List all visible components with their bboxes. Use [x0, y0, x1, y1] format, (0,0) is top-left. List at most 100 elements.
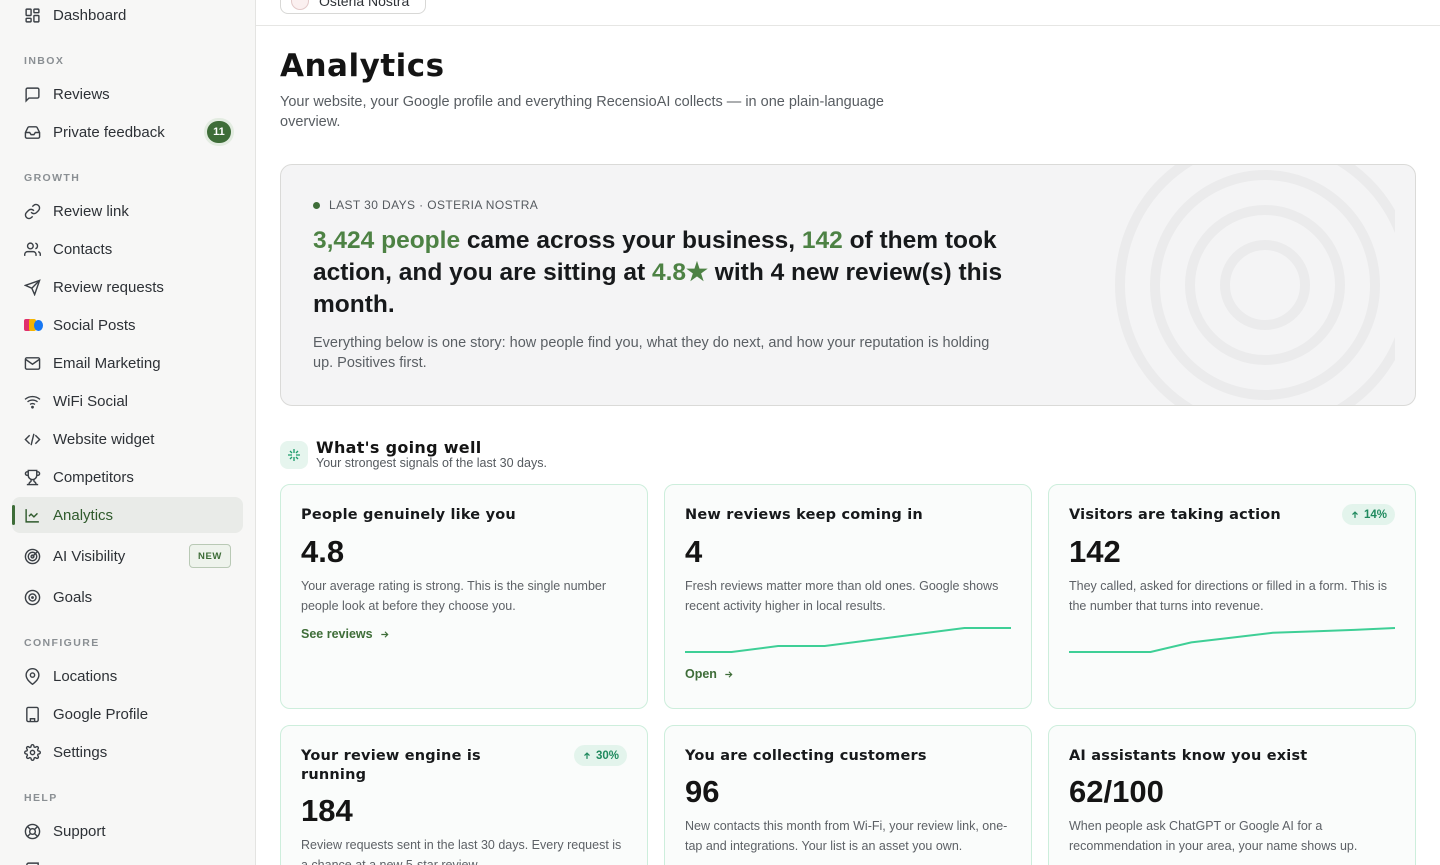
sidebar-item-more[interactable]	[12, 851, 243, 865]
sidebar-item-google-profile[interactable]: Google Profile	[12, 696, 243, 732]
sidebar-item-label: Dashboard	[53, 6, 127, 24]
location-switcher[interactable]: Osteria Nostra	[280, 0, 426, 14]
card-value: 62/100	[1069, 774, 1164, 809]
page-title: Analytics	[280, 48, 445, 84]
card-value: 4.8	[301, 534, 345, 569]
card-description: New contacts this month from Wi-Fi, your…	[685, 819, 1008, 853]
sidebar-item-label: Google Profile	[53, 705, 149, 723]
section-label-help: HELP	[24, 792, 58, 804]
arrow-up-icon	[584, 751, 590, 759]
sparkline-line	[685, 627, 1011, 653]
sidebar-item-label: Review requests	[53, 278, 164, 296]
chat-bubble-icon	[24, 86, 41, 103]
book-icon	[24, 861, 41, 865]
see-reviews-link[interactable]: See reviews	[301, 627, 390, 641]
sparkline-actions	[1069, 627, 1395, 653]
sidebar-item-support[interactable]: Support	[12, 813, 243, 849]
metric-card-new-reviews: New reviews keep coming in 4 Fresh revie…	[664, 484, 1032, 709]
section-label-inbox: INBOX	[24, 55, 65, 67]
map-pin-icon	[24, 667, 41, 685]
card-title: New reviews keep coming in	[685, 507, 923, 523]
sidebar-item-label: Email Marketing	[53, 354, 161, 372]
radar-icon	[24, 548, 41, 565]
summary-hero-card: LAST 30 DAYS · OSTERIA NOSTRA 3,424 peop…	[280, 164, 1416, 406]
status-dot	[313, 201, 320, 209]
sidebar-item-review-link[interactable]: Review link	[12, 193, 243, 229]
trend-badge: 30%	[573, 745, 627, 766]
card-description: Your average rating is strong. This is t…	[301, 579, 607, 613]
rating-value: 4.8★	[651, 259, 708, 286]
metric-card-actions: Visitors are taking action 14% 142 They …	[1048, 484, 1416, 709]
sidebar-item-website-widget[interactable]: Website widget	[12, 421, 243, 457]
card-value: 96	[685, 774, 720, 809]
people-count: 3,424 people	[313, 227, 461, 254]
metric-card-rating: People genuinely like you 4.8 Your avera…	[280, 484, 648, 709]
sidebar-item-label: Social Posts	[53, 316, 136, 334]
trend-value: 14%	[1363, 508, 1387, 521]
metric-card-ai-visibility: AI assistants know you exist 62/100 When…	[1048, 725, 1416, 865]
section-label-configure: CONFIGURE	[24, 637, 100, 649]
sidebar-item-contacts[interactable]: Contacts	[12, 231, 243, 267]
sidebar-item-locations[interactable]: Locations	[12, 658, 243, 694]
send-icon	[24, 278, 41, 296]
decorative-rings	[1115, 165, 1395, 405]
summary-body: Everything below is one story: how peopl…	[313, 335, 990, 371]
sidebar-item-review-requests[interactable]: Review requests	[12, 269, 243, 305]
sparkle-icon	[280, 441, 308, 469]
sidebar-item-label: Review link	[53, 202, 129, 220]
sidebar-item-label: Reviews	[53, 85, 110, 103]
wifi-icon	[24, 393, 41, 410]
arrow-right-icon	[380, 630, 389, 638]
location-name: Osteria Nostra	[319, 0, 410, 9]
card-value: 184	[301, 793, 353, 828]
metric-card-review-requests: Your review engine is running 30% 184 Re…	[280, 725, 648, 865]
sidebar-item-email-marketing[interactable]: Email Marketing	[12, 345, 243, 381]
target-icon	[24, 589, 41, 606]
arrow-right-icon	[725, 670, 733, 678]
facebook-icon	[34, 319, 43, 331]
line-chart-icon	[24, 507, 41, 524]
sidebar-item-label: Support	[53, 822, 106, 840]
dashboard-icon	[24, 7, 41, 24]
unread-count-badge: 11	[207, 121, 231, 143]
building-icon	[24, 706, 41, 723]
sidebar-item-label: AI Visibility	[53, 547, 126, 565]
sidebar-item-competitors[interactable]: Competitors	[12, 459, 243, 495]
sidebar-item-analytics[interactable]: Analytics	[12, 497, 243, 533]
card-title: AI assistants know you exist	[1069, 748, 1308, 764]
sidebar-item-social-posts[interactable]: Social Posts	[12, 307, 243, 343]
users-icon	[24, 241, 41, 258]
sidebar-item-wifi-social[interactable]: WiFi Social	[12, 383, 243, 419]
section-label-growth: GROWTH	[24, 172, 81, 184]
social-icons	[24, 317, 43, 334]
sidebar-item-reviews[interactable]: Reviews	[12, 76, 243, 112]
lifebuoy-icon	[24, 823, 41, 840]
sidebar-item-label: Analytics	[53, 506, 114, 524]
sidebar-item-label: Private feedback	[53, 123, 165, 141]
location-logo	[291, 0, 309, 10]
mail-icon	[24, 355, 41, 372]
action-count: 142	[801, 227, 843, 254]
sidebar-item-private-feedback[interactable]: Private feedback 11	[12, 114, 243, 150]
card-title: Visitors are taking action	[1069, 507, 1281, 523]
card-title: You are collecting customers	[685, 748, 927, 764]
section-subtitle: Your strongest signals of the last 30 da…	[316, 456, 547, 470]
link-label: Open	[685, 667, 717, 681]
sidebar-item-ai-visibility[interactable]: AI Visibility NEW	[12, 538, 243, 574]
trend-badge: 14%	[1341, 504, 1395, 525]
card-description: Fresh reviews matter more than old ones.…	[685, 579, 999, 613]
arrow-up-icon	[1352, 510, 1358, 518]
open-link[interactable]: Open	[685, 667, 734, 681]
sidebar-item-goals[interactable]: Goals	[12, 579, 243, 615]
sidebar-item-label: Competitors	[53, 468, 134, 486]
headline-text: came across your business,	[460, 227, 802, 254]
sidebar: Dashboard INBOX Reviews Private feedback…	[0, 0, 256, 865]
sidebar-item-label: Locations	[53, 667, 118, 685]
new-badge: NEW	[189, 544, 231, 568]
trend-value: 30%	[595, 749, 619, 762]
section-title: What's going well	[316, 438, 482, 457]
sidebar-item-dashboard[interactable]: Dashboard	[12, 0, 243, 33]
sidebar-item-settings[interactable]: Settings	[12, 734, 243, 770]
summary-headline: 3,424 people came across your business, …	[313, 225, 1003, 321]
inbox-icon	[24, 124, 41, 141]
